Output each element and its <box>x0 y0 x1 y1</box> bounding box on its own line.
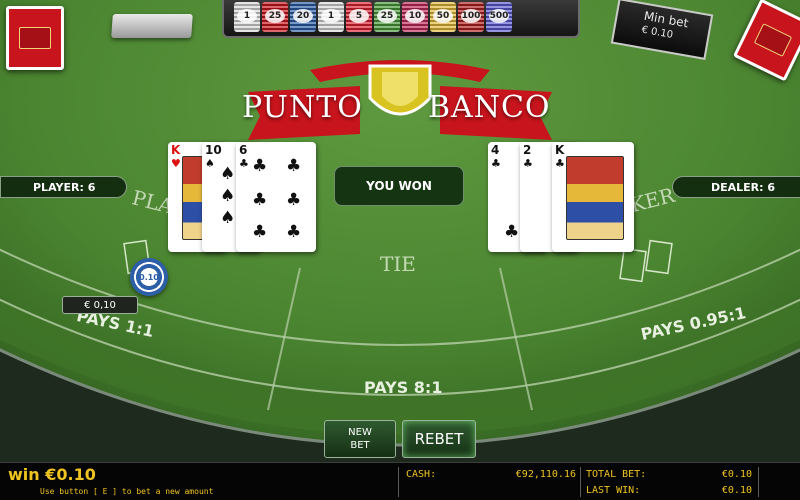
rebet-button[interactable]: REBET <box>402 420 476 458</box>
last-win-value: €0.10 <box>721 485 752 496</box>
chip-value: 50 <box>433 9 453 23</box>
card-rank: K <box>171 143 181 157</box>
chip-value: 25 <box>265 9 285 23</box>
club-suit-icon: ♣ <box>555 157 565 170</box>
card-rank: 4 <box>491 143 500 157</box>
pays-tie-label: PAYS 8:1 <box>364 378 443 397</box>
card-rank: K <box>555 143 565 157</box>
dealer-score-box: DEALER: 6 <box>672 176 800 198</box>
chip-value: 500 <box>489 9 509 23</box>
chip-stack: 20 <box>290 2 316 32</box>
new-bet-label: NEW BET <box>348 427 372 451</box>
club-pip-icon: ♣ <box>252 190 268 210</box>
total-bet-value: €0.10 <box>721 469 752 480</box>
divider <box>398 467 399 497</box>
game-logo: PUNTO BANCO <box>240 52 560 142</box>
club-pip-icon: ♣ <box>252 222 268 242</box>
player-bet-chip[interactable]: 0.10 <box>130 258 168 296</box>
chip-value: 25 <box>377 9 397 23</box>
chip-value: 10 <box>405 9 425 23</box>
club-suit-icon: ♣ <box>491 157 501 170</box>
player-score-box: PLAYER: 6 <box>0 176 127 198</box>
total-bet-label: TOTAL BET: <box>586 469 647 480</box>
status-bar: win €0.10 Use button [ E ] to bet a new … <box>0 462 800 500</box>
logo-text-punto: PUNTO <box>242 90 363 125</box>
chip-value: 1 <box>321 9 341 23</box>
chip-value: 5 <box>349 9 369 23</box>
king-face-art <box>566 156 624 240</box>
club-pip-icon: ♣ <box>286 156 302 176</box>
card-rank: 10 <box>205 143 222 157</box>
hint-text: Use button [ E ] to bet a new amount <box>40 487 214 496</box>
chip-stack: 1 <box>318 2 344 32</box>
card-rank: 2 <box>523 143 532 157</box>
dealer-card-3: K ♣ <box>552 142 634 252</box>
club-pip-icon: ♣ <box>286 190 302 210</box>
chip-stack: 5 <box>346 2 372 32</box>
club-suit-icon: ♣ <box>239 157 249 170</box>
tie-label: TIE <box>380 252 416 276</box>
club-pip-icon: ♣ <box>504 222 520 242</box>
chip-value: 1 <box>237 9 257 23</box>
club-suit-icon: ♣ <box>523 157 533 170</box>
club-pip-icon: ♣ <box>286 222 302 242</box>
chip-stack: 25 <box>262 2 288 32</box>
card-rank: 6 <box>239 143 248 157</box>
spade-pip-icon: ♠ <box>220 208 236 228</box>
last-win-label: LAST WIN: <box>586 485 641 496</box>
chip-stack: 500 <box>486 2 512 32</box>
chip-value: 20 <box>293 9 313 23</box>
logo-text-banco: BANCO <box>428 90 551 125</box>
result-banner: YOU WON <box>334 166 464 206</box>
spade-pip-icon: ♠ <box>220 164 236 184</box>
new-bet-button[interactable]: NEW BET <box>324 420 396 458</box>
win-amount: win €0.10 <box>8 465 96 484</box>
rebet-label: REBET <box>414 430 464 448</box>
chip-value: 100 <box>461 9 481 23</box>
divider <box>580 467 581 497</box>
card-deck-left <box>6 6 64 70</box>
chip-stack: 25 <box>374 2 400 32</box>
chip-stack: 10 <box>402 2 428 32</box>
spade-pip-icon: ♠ <box>220 186 236 206</box>
divider <box>758 467 759 497</box>
game-stage: 1 25 20 1 5 25 10 50 100 500 Min bet € 0.10 PUNTO… <box>0 0 800 500</box>
club-pip-icon: ♣ <box>252 156 268 176</box>
chip-tray: 1 25 20 1 5 25 10 50 100 500 <box>222 0 580 38</box>
chip-stack: 100 <box>458 2 484 32</box>
cash-label: CASH: <box>406 469 437 480</box>
spade-suit-icon: ♠ <box>205 157 215 170</box>
discard-tray <box>111 14 193 38</box>
cash-value: €92,110.16 <box>515 469 576 480</box>
heart-suit-icon: ♥ <box>171 157 181 170</box>
chip-stack: 50 <box>430 2 456 32</box>
chip-stack: 1 <box>234 2 260 32</box>
player-bet-amount: € 0,10 <box>62 296 138 314</box>
player-card-3: 6 ♣ ♣ ♣ ♣ ♣ ♣ ♣ <box>236 142 316 252</box>
